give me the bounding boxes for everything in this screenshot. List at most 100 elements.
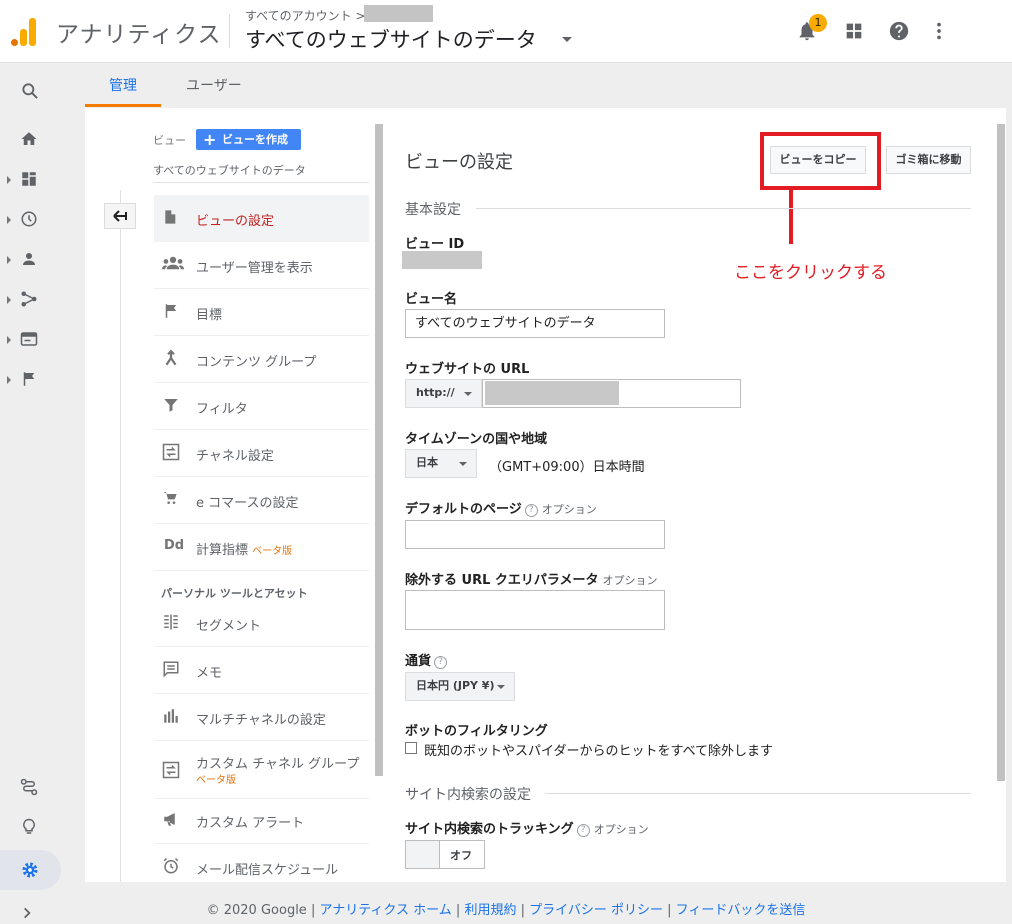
rail-admin[interactable] [0, 852, 58, 888]
cart-icon [163, 492, 177, 504]
dashboard-icon [22, 172, 36, 186]
nav-label: コンテンツ グループ [196, 355, 317, 370]
back-arrow-icon [113, 210, 127, 222]
nav-label: セグメント [196, 619, 262, 634]
country-dropdown[interactable]: 日本 [405, 449, 477, 478]
rail-customization[interactable] [0, 162, 58, 198]
bar-chart-icon [164, 709, 178, 723]
account-breadcrumb[interactable]: すべてのアカウント > [245, 7, 366, 24]
nav-custom-alerts[interactable]: カスタム アラート [154, 797, 369, 844]
rail-behavior[interactable] [0, 322, 58, 358]
nav-calculated-metrics[interactable]: Dd 計算指標 ベータ版 [154, 524, 369, 571]
rail-acquisition[interactable] [0, 282, 58, 318]
nav-annotations[interactable]: メモ [154, 647, 369, 694]
rail-discover[interactable] [0, 810, 58, 846]
nav-custom-channel-grouping[interactable]: カスタム チャネル グループ ベータ版 [154, 741, 369, 799]
nav-filters[interactable]: フィルタ [154, 383, 369, 430]
nav-section-title: パーソナル ツールとアセット [161, 587, 308, 600]
view-separator [153, 182, 369, 183]
nav-multichannel-settings[interactable]: マルチチャネルの設定 [154, 694, 369, 741]
back-button[interactable] [104, 203, 136, 229]
rail-realtime[interactable] [0, 202, 58, 238]
country-value: 日本 [416, 456, 438, 469]
apps-grid-icon[interactable] [843, 20, 865, 42]
tab-admin[interactable]: 管理 [109, 75, 137, 95]
view-name-input[interactable]: すべてのウェブサイトのデータ [405, 309, 665, 338]
rail-attribution[interactable] [0, 770, 58, 806]
currency-dropdown[interactable]: 日本円 (JPY ¥) [405, 672, 515, 701]
exclude-params-label: 除外する URL クエリパラメータ オプション [405, 573, 658, 588]
protocol-dropdown[interactable]: http:// [405, 379, 482, 408]
lightbulb-icon [23, 818, 35, 834]
notification-badge: 1 [809, 14, 827, 32]
help-icon[interactable]: ? [576, 824, 590, 837]
nav-label: マルチチャネルの設定 [196, 713, 326, 728]
section-divider [545, 793, 971, 794]
settings-scrollbar[interactable] [997, 124, 1005, 781]
move-to-trash-button[interactable]: ゴミ箱に移動 [886, 146, 971, 174]
nav-ecommerce-settings[interactable]: e コマースの設定 [154, 477, 369, 524]
rail-search[interactable] [0, 73, 58, 109]
footer-link-terms[interactable]: 利用規約 [464, 903, 516, 918]
tab-user[interactable]: ユーザー [186, 75, 242, 95]
nav-scheduled-emails[interactable]: メール配信スケジュール [154, 844, 369, 891]
timezone-value: （GMT+09:00）日本時間 [489, 460, 645, 475]
chevron-down-icon [464, 392, 472, 396]
section-divider [476, 208, 971, 209]
footer: © 2020 Google | アナリティクス ホーム | 利用規約 | プライ… [206, 903, 806, 918]
rail-home[interactable] [0, 122, 58, 158]
rail-audience[interactable] [0, 242, 58, 278]
nav-label: e コマースの設定 [196, 496, 299, 511]
help-icon[interactable]: ? [434, 656, 448, 669]
chevron-down-icon[interactable] [562, 37, 572, 42]
header-divider [229, 14, 230, 48]
app-title: アナリティクス [56, 22, 222, 48]
default-page-input[interactable] [405, 520, 665, 549]
annotation-pointer-line [789, 190, 793, 244]
nav-label: チャネル設定 [196, 449, 274, 464]
timezone-label: タイムゾーンの国や地域 [405, 432, 548, 447]
person-icon [23, 253, 35, 265]
site-search-header: サイト内検索の設定 [405, 787, 531, 803]
left-rail [0, 63, 62, 924]
plus-icon: + [203, 130, 217, 149]
nav-label: メール配信スケジュール [196, 863, 339, 878]
channel-icon [162, 761, 180, 779]
nav-label: 目標 [196, 308, 223, 323]
more-vert-icon[interactable] [928, 20, 950, 42]
help-icon[interactable] [888, 20, 910, 42]
beta-badge: ベータ版 [252, 546, 293, 557]
nav-goals[interactable]: 目標 [154, 289, 369, 336]
site-search-tracking-label: サイト内検索のトラッキング? オプション [405, 822, 649, 837]
analytics-logo[interactable] [11, 16, 37, 46]
nav-view-settings[interactable]: ビューの設定 [154, 195, 369, 242]
attribution-icon [20, 778, 38, 796]
bot-filter-checkbox-label[interactable]: 既知のボットやスパイダーからのヒットをすべて除外します [424, 740, 773, 759]
filter-icon [164, 399, 178, 412]
view-selector[interactable]: すべてのウェブサイトのデータ [153, 162, 306, 178]
footer-link-home[interactable]: アナリティクス ホーム [319, 903, 451, 918]
create-view-label: ビューを作成 [222, 133, 288, 146]
help-icon[interactable]: ? [524, 504, 538, 517]
site-search-toggle[interactable]: オフ [405, 840, 485, 869]
property-selector[interactable]: すべてのウェブサイトのデータ [245, 24, 537, 54]
toggle-knob [406, 841, 440, 868]
view-id-label: ビュー ID [405, 237, 465, 252]
nav-content-grouping[interactable]: コンテンツ グループ [154, 336, 369, 383]
alarm-clock-icon [163, 857, 179, 874]
bot-filter-checkbox[interactable] [405, 742, 417, 754]
view-name-label: ビュー名 [405, 292, 458, 307]
rail-conversions[interactable] [0, 362, 58, 398]
exclude-params-textarea[interactable] [405, 590, 665, 630]
nav-label: フィルタ [196, 402, 248, 417]
nav-channel-settings[interactable]: チャネル設定 [154, 430, 369, 477]
create-view-button[interactable]: + ビューを作成 [196, 129, 301, 150]
nav-segments[interactable]: セグメント [154, 600, 369, 647]
footer-link-privacy[interactable]: プライバシー ポリシー [529, 903, 663, 918]
nav-label: ユーザー管理を表示 [196, 261, 313, 276]
footer-link-feedback[interactable]: フィードバックを送信 [676, 903, 806, 918]
nav-user-management[interactable]: ユーザー管理を表示 [154, 242, 369, 289]
nav-scrollbar[interactable] [375, 124, 383, 776]
tab-active-indicator [85, 104, 161, 107]
expand-arrow-icon [7, 216, 11, 224]
